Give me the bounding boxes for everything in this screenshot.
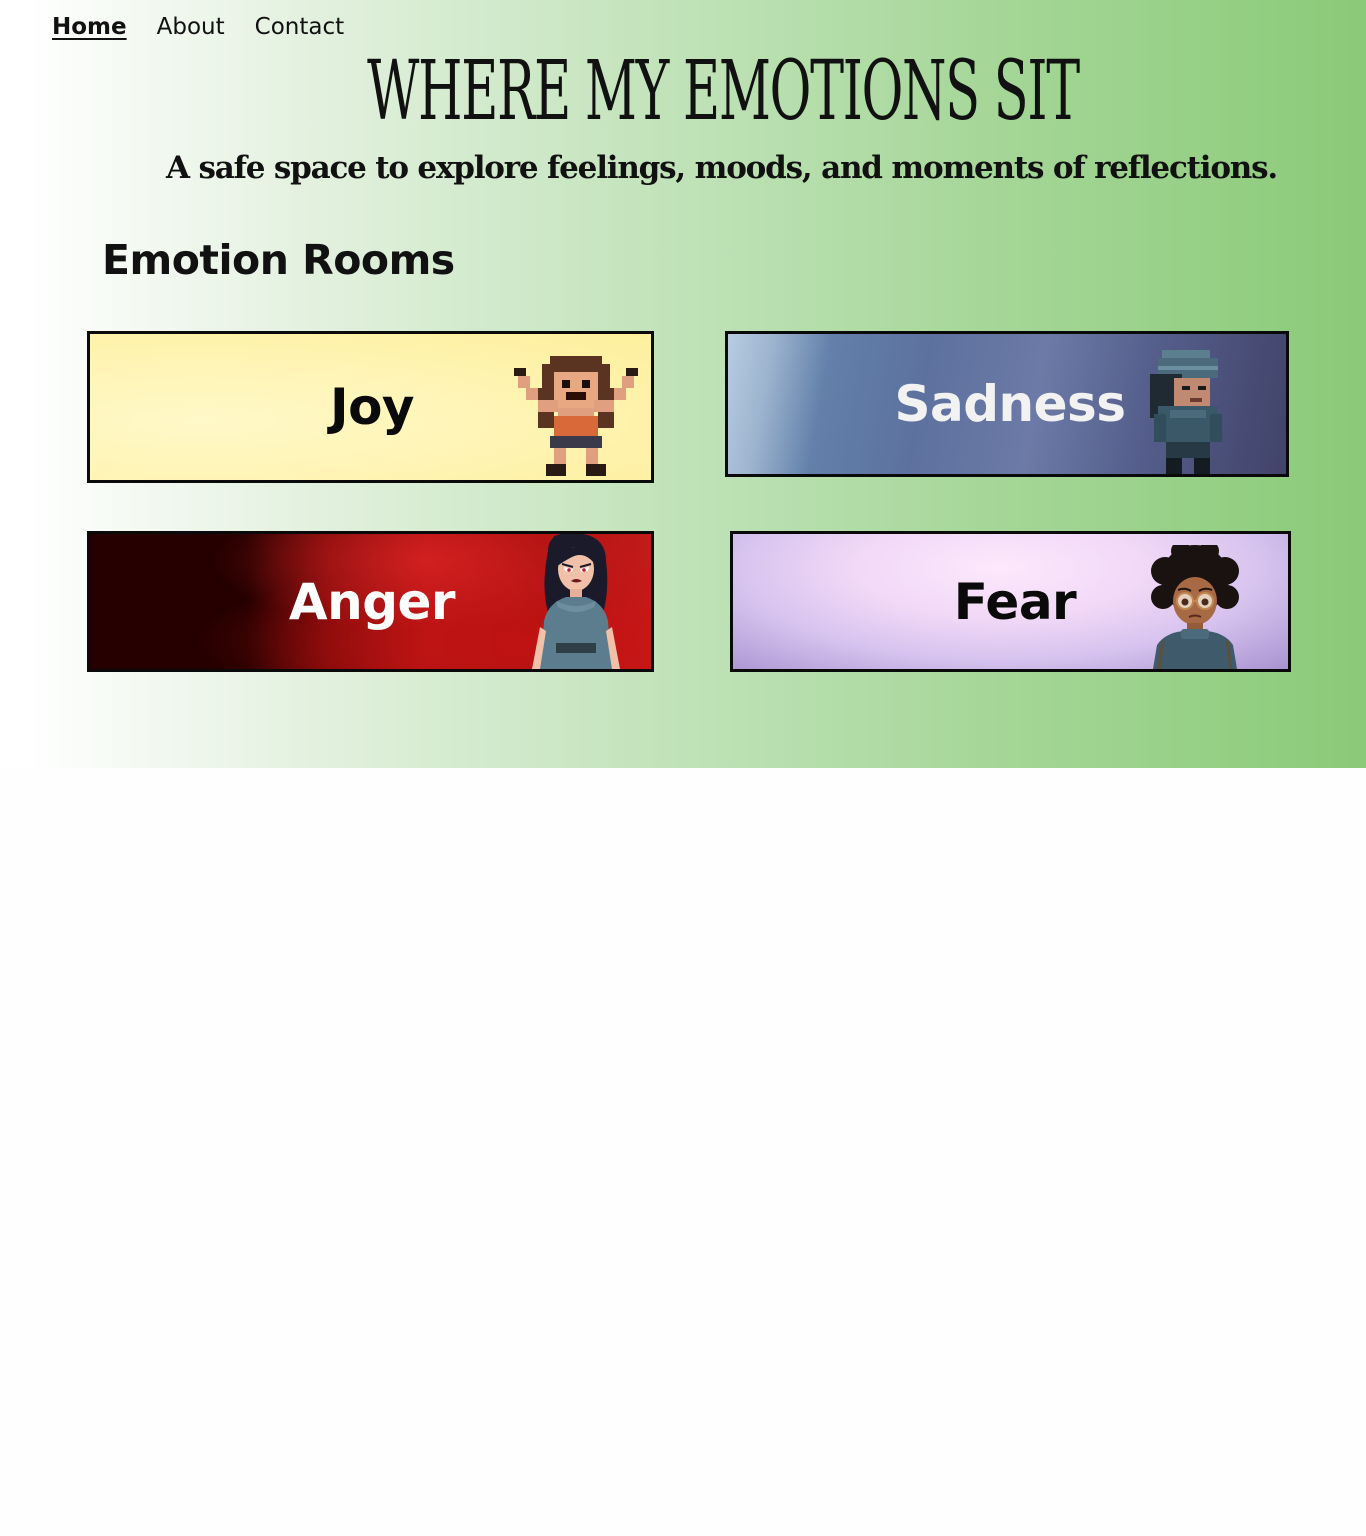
room-label-joy: Joy (329, 378, 415, 436)
room-card-joy[interactable]: Joy (87, 331, 654, 483)
nav-home-link[interactable]: Home (52, 14, 127, 40)
joy-character-icon (514, 356, 638, 476)
top-nav: Home About Contact (52, 14, 344, 40)
fear-character-icon (1151, 545, 1239, 669)
sadness-character-icon (1150, 350, 1222, 474)
page-title: WHERE MY EMOTIONS SIT (367, 44, 1080, 139)
room-label-sadness: Sadness (894, 375, 1126, 433)
room-card-fear[interactable]: Fear (730, 531, 1291, 672)
room-label-anger: Anger (288, 572, 456, 631)
room-card-sadness[interactable]: Sadness (725, 331, 1289, 477)
anger-character-icon (532, 534, 620, 669)
page-subtitle: A safe space to explore feelings, moods,… (166, 150, 1278, 186)
room-label-fear: Fear (953, 572, 1077, 631)
room-card-anger[interactable]: Anger (87, 531, 654, 672)
emotion-rooms-heading: Emotion Rooms (102, 236, 455, 284)
nav-about-link[interactable]: About (157, 14, 225, 40)
nav-contact-link[interactable]: Contact (255, 14, 344, 40)
hero-section: Home About Contact WHERE MY EMOTIONS SIT… (0, 0, 1366, 768)
